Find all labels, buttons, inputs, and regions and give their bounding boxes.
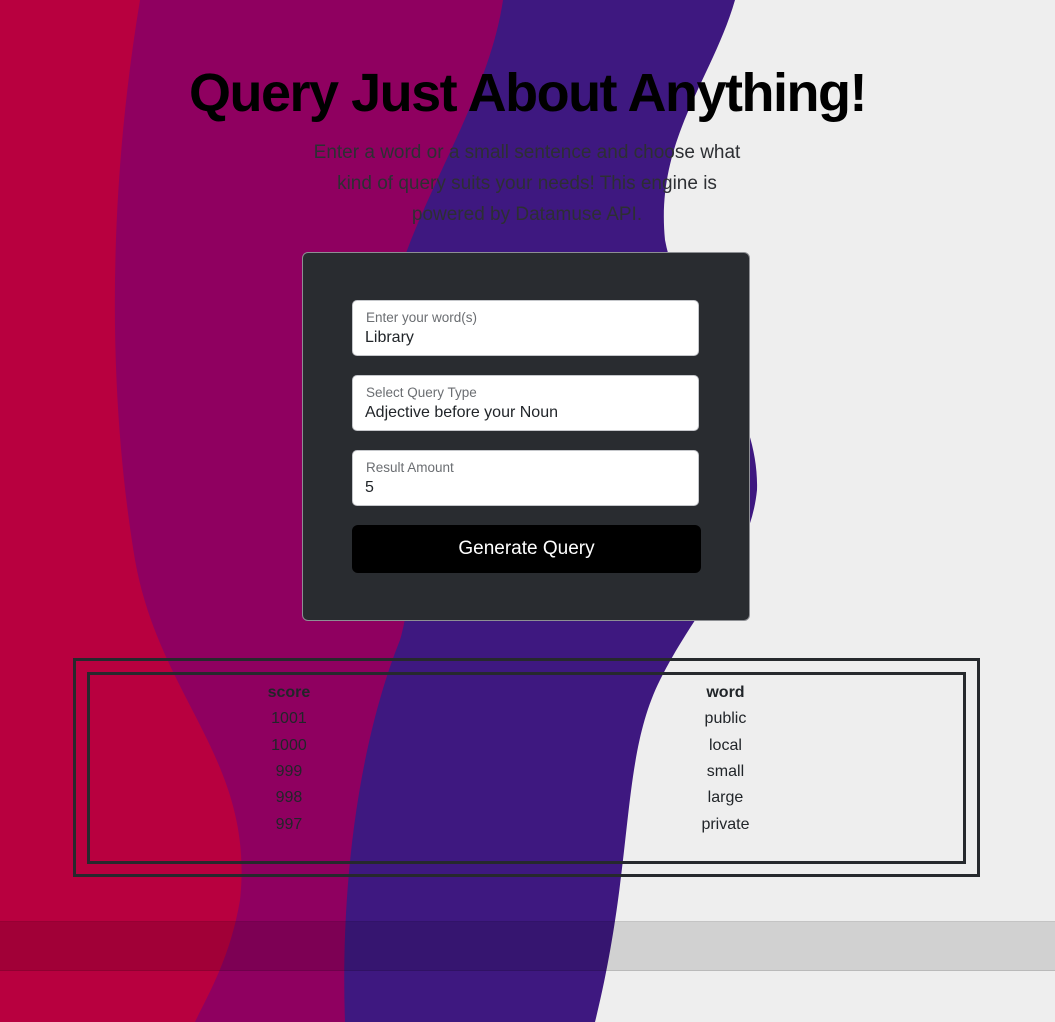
query-form-card: Enter your word(s) Select Query Type Adj… — [302, 252, 750, 621]
word-cell: large — [707, 789, 744, 807]
result-amount-label: Result Amount — [366, 460, 454, 475]
footer-band — [0, 921, 1055, 971]
score-cell: 998 — [275, 789, 303, 807]
word-column-header: word — [706, 684, 745, 702]
words-input[interactable] — [365, 329, 685, 347]
results-header-row: score word — [90, 680, 963, 706]
words-field-label: Enter your word(s) — [366, 310, 478, 325]
score-cell: 997 — [275, 815, 303, 833]
result-amount-input[interactable] — [365, 479, 685, 497]
results-table: score word 1001 public 1000 local 999 sm… — [90, 680, 963, 838]
intro-description: Enter a word or a small sentence and cho… — [313, 142, 741, 225]
word-cell: local — [709, 736, 742, 754]
word-cell: private — [701, 815, 750, 833]
words-field[interactable]: Enter your word(s) — [352, 300, 699, 356]
results-inner-frame: score word 1001 public 1000 local 999 sm… — [87, 672, 966, 864]
results-frame: score word 1001 public 1000 local 999 sm… — [73, 658, 980, 877]
word-cell: small — [706, 763, 745, 781]
table-row: 999 small — [90, 759, 963, 785]
table-row: 1000 local — [90, 733, 963, 759]
score-column-header: score — [267, 684, 311, 702]
word-cell: public — [704, 710, 747, 728]
score-cell: 1000 — [271, 736, 307, 754]
query-type-select[interactable]: Adjective before your Noun — [365, 404, 685, 422]
table-row: 998 large — [90, 785, 963, 811]
result-amount-field[interactable]: Result Amount — [352, 450, 699, 506]
score-cell: 1001 — [271, 710, 307, 728]
table-row: 997 private — [90, 811, 963, 837]
page-title: Query Just About Anything! — [189, 63, 867, 123]
table-row: 1001 public — [90, 706, 963, 732]
query-type-field[interactable]: Select Query Type Adjective before your … — [352, 375, 699, 431]
score-cell: 999 — [275, 763, 303, 781]
query-type-label: Select Query Type — [366, 385, 477, 400]
generate-query-button[interactable]: Generate Query — [352, 525, 701, 573]
